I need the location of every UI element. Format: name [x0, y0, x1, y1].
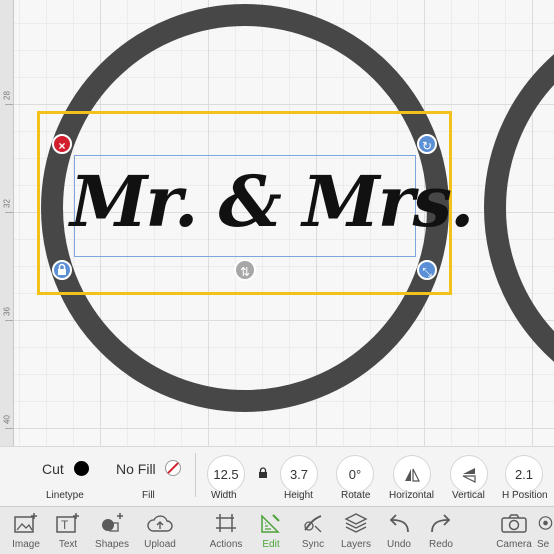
rotate-label: Rotate [341, 490, 371, 501]
flip-horizontal-button[interactable] [393, 455, 431, 493]
h-position-input[interactable]: 2.1 [505, 455, 543, 493]
toolbar-edit-button[interactable]: Edit [248, 509, 294, 550]
toolbar-layers-button[interactable]: Layers [333, 509, 379, 550]
edit-icon [261, 514, 280, 533]
toolbar-camera-button[interactable]: Camera [491, 509, 537, 550]
toolbar-camera-label: Camera [496, 539, 532, 550]
no-fill-swatch-icon[interactable] [165, 460, 181, 476]
toolbar-redo-label: Redo [429, 539, 453, 550]
settings-icon [538, 516, 553, 530]
fill-label: Fill [142, 490, 155, 501]
width-input[interactable]: 12.5 [207, 455, 245, 493]
toolbar-shapes-button[interactable]: Shapes [89, 509, 135, 550]
height-input[interactable]: 3.7 [280, 455, 318, 493]
horizontal-label: Horizontal [389, 490, 435, 501]
toolbar-redo-button[interactable]: Redo [418, 509, 464, 550]
ring-shape-right[interactable] [484, 15, 554, 401]
rotate-input[interactable]: 0° [336, 455, 374, 493]
toolbar-actions-button[interactable]: Actions [203, 509, 249, 550]
layers-icon [344, 513, 368, 533]
flip-horizontal-icon [405, 468, 420, 482]
vertical-label: Vertical [452, 490, 485, 501]
toolbar-layers-label: Layers [340, 539, 371, 550]
toolbar-actions-label: Actions [209, 539, 243, 550]
toolbar-settings-button[interactable]: Se [537, 509, 554, 550]
text-icon: T [56, 513, 79, 533]
toolbar-image-button[interactable]: Image [3, 509, 49, 550]
fill-value: No Fill [116, 461, 156, 477]
bottom-toolbar: Image T Text Shapes Upload Actions Edit … [0, 506, 554, 554]
actions-icon [216, 514, 236, 532]
linetype-color-swatch[interactable] [74, 461, 89, 476]
delete-handle-icon[interactable]: × [52, 134, 72, 154]
width-label: Width [211, 490, 237, 501]
linetype-value: Cut [42, 461, 64, 477]
flip-vertical-icon [462, 468, 476, 483]
toolbar-image-label: Image [12, 539, 40, 550]
toolbar-settings-label: Se [537, 539, 550, 550]
toolbar-undo-button[interactable]: Undo [376, 509, 422, 550]
undo-icon [389, 514, 409, 533]
toolbar-undo-label: Undo [387, 539, 411, 550]
toolbar-shapes-label: Shapes [95, 539, 129, 550]
upload-icon [147, 515, 173, 532]
toolbar-upload-label: Upload [144, 539, 176, 550]
toolbar-text-button[interactable]: T Text [45, 509, 91, 550]
redo-icon [431, 514, 451, 533]
text-object[interactable]: Mr. & Mrs. [70, 150, 474, 254]
toolbar-edit-label: Edit [262, 539, 280, 550]
linetype-label: Linetype [46, 490, 84, 501]
design-canvas[interactable]: 28 32 36 40 Mr. & Mrs. × ↻ ⤡ ⇅ [0, 0, 554, 446]
flip-vertical-button[interactable] [450, 455, 488, 493]
sync-icon [304, 515, 322, 533]
image-icon [14, 513, 37, 533]
toolbar-sync-label: Sync [301, 539, 325, 550]
toolbar-sync-button[interactable]: Sync [290, 509, 336, 550]
flip-handle-icon[interactable]: ⇅ [234, 259, 256, 281]
h-position-label: H Position [502, 490, 548, 501]
height-label: Height [284, 490, 313, 501]
properties-bar: Cut Linetype No Fill Fill 12.5 Width 3.7… [0, 446, 554, 506]
rotate-handle-icon[interactable]: ↻ [417, 134, 437, 154]
lock-handle-icon[interactable] [52, 260, 72, 280]
svg-text:T: T [61, 518, 69, 532]
size-lock-icon[interactable] [258, 466, 268, 484]
scale-handle-icon[interactable]: ⤡ [417, 260, 437, 280]
shapes-icon [102, 513, 123, 532]
toolbar-upload-button[interactable]: Upload [137, 509, 183, 550]
camera-icon [501, 514, 527, 533]
toolbar-text-label: Text [58, 539, 78, 550]
divider [195, 453, 196, 497]
